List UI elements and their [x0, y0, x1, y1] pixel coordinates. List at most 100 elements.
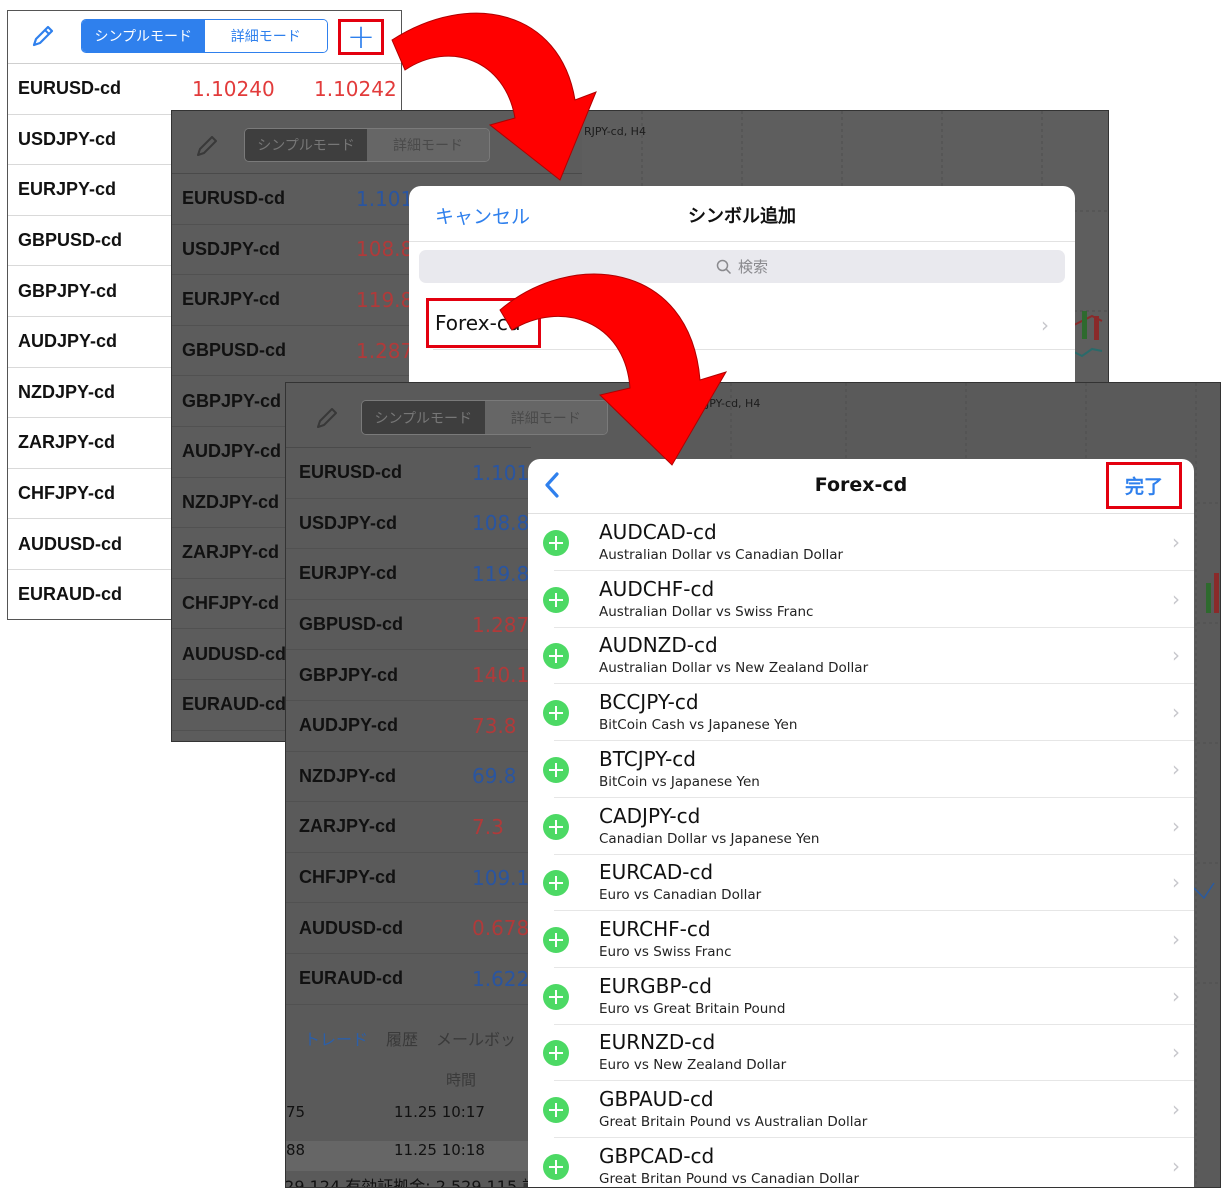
quote-toolbar: シンプルモード 詳細モード: [286, 383, 608, 448]
symbol-description: Euro vs New Zealand Dollar: [599, 1057, 787, 1074]
quote-row[interactable]: EURUSD-cd 1.10240 1.10242: [8, 64, 401, 115]
tab-mailbox[interactable]: メールボッ: [436, 1026, 516, 1050]
quote-row: NZDJPY-cd 69.8: [286, 752, 531, 803]
symbol-name: ZARJPY-cd: [182, 542, 280, 563]
add-circle-icon[interactable]: [543, 586, 569, 613]
symbol-name: CHFJPY-cd: [299, 867, 397, 888]
symbol-row[interactable]: BCCJPY-cd BitCoin Cash vs Japanese Yen ›: [528, 684, 1194, 742]
symbol-name: AUDJPY-cd: [18, 331, 118, 352]
add-circle-icon[interactable]: [543, 1040, 569, 1067]
symbol-name: USDJPY-cd: [18, 128, 117, 149]
simple-mode-tab: シンプルモード: [245, 129, 367, 161]
chevron-right-icon: ›: [1172, 926, 1180, 951]
history-row[interactable]: 88 11.25 10:18: [286, 1141, 531, 1171]
chevron-right-icon: ›: [1172, 870, 1180, 895]
symbol-row[interactable]: GBPCAD-cd Great Britan Pound vs Canadian …: [528, 1138, 1194, 1187]
quote-row: GBPUSD-cd 1.287: [286, 600, 531, 651]
symbol-row[interactable]: EURGBP-cd Euro vs Great Britain Pound ›: [528, 968, 1194, 1025]
add-circle-icon[interactable]: [543, 643, 569, 670]
symbol-name: EURUSD-cd: [182, 188, 286, 209]
history-row[interactable]: 75 11.25 10:17: [286, 1103, 531, 1133]
bid-price: 1.101: [356, 186, 414, 211]
symbol-name: GBPUSD-cd: [182, 340, 287, 361]
pencil-icon[interactable]: [30, 23, 56, 49]
symbol-row[interactable]: BTCJPY-cd BitCoin vs Japanese Yen ›: [528, 741, 1194, 798]
search-placeholder: 検索: [737, 258, 768, 276]
symbol-name: EURAUD-cd: [182, 694, 287, 715]
add-circle-icon[interactable]: [543, 1097, 569, 1123]
symbol-row[interactable]: EURCAD-cd Euro vs Canadian Dollar ›: [528, 854, 1194, 912]
history-time: 11.25 10:17: [394, 1103, 485, 1121]
symbol-description: Euro vs Swiss Franc: [599, 943, 732, 960]
detail-mode-tab[interactable]: 詳細モード: [204, 20, 327, 52]
tab-trade[interactable]: トレード: [304, 1026, 368, 1050]
symbol-row[interactable]: EURCHF-cd Euro vs Swiss Franc ›: [528, 911, 1194, 968]
symbol-name: USDJPY-cd: [182, 238, 281, 259]
symbol-name: NZDJPY-cd: [299, 765, 397, 786]
pencil-icon: [317, 408, 337, 428]
add-circle-icon[interactable]: [543, 530, 569, 556]
simple-mode-tab[interactable]: シンプルモード: [82, 20, 205, 52]
tab-history[interactable]: 履歴: [386, 1026, 418, 1050]
add-circle-icon[interactable]: [543, 700, 569, 727]
category-forex-cd[interactable]: Forex-cd: [426, 298, 541, 348]
category-label: Forex-cd: [435, 311, 521, 335]
symbol-row[interactable]: AUDCHF-cd Australian Dollar vs Swiss Fran…: [528, 571, 1194, 628]
symbol-description: Great Britan Pound vs Canadian Dollar: [599, 1170, 860, 1187]
bid-price: 73.8: [472, 713, 517, 738]
symbol-row[interactable]: AUDCAD-cd Australian Dollar vs Canadian D…: [528, 514, 1194, 571]
symbol-code: AUDNZD-cd: [599, 633, 718, 658]
symbol-code: AUDCHF-cd: [599, 576, 715, 601]
symbol-code: BTCJPY-cd: [599, 746, 697, 771]
search-input[interactable]: 検索: [419, 250, 1065, 283]
dialog-header: Forex-cd 完了: [528, 459, 1194, 514]
simple-mode-tab: シンプルモード: [362, 401, 485, 434]
quote-row: AUDUSD-cd 0.678: [286, 903, 531, 954]
history-value: 75: [286, 1103, 306, 1121]
add-circle-icon[interactable]: [543, 1153, 569, 1180]
symbol-code: EURGBP-cd: [599, 973, 712, 998]
chevron-right-icon: ›: [1172, 700, 1180, 725]
symbol-name: AUDJPY-cd: [182, 441, 282, 462]
symbol-code: GBPAUD-cd: [599, 1087, 714, 1111]
bid-price: 140.1: [472, 663, 530, 688]
symbol-description: BitCoin Cash vs Japanese Yen: [599, 717, 798, 734]
mode-segmented-control: シンプルモード 詳細モード: [81, 19, 328, 53]
quote-row: GBPJPY-cd 140.1: [286, 650, 531, 701]
add-circle-icon[interactable]: [543, 926, 569, 953]
symbol-description: Australian Dollar vs New Zealand Dollar: [599, 660, 869, 677]
dialog-header: キャンセル シンボル追加: [409, 186, 1075, 242]
chevron-right-icon: ›: [1172, 1040, 1180, 1065]
add-symbol-button[interactable]: +: [338, 19, 384, 55]
symbol-row[interactable]: EURNZD-cd Euro vs New Zealand Dollar ›: [528, 1024, 1194, 1082]
symbol-code: GBPCAD-cd: [599, 1143, 715, 1168]
bid-price: 7.3: [472, 814, 504, 839]
symbol-name: CHFJPY-cd: [182, 593, 280, 614]
history-time-header: 時間: [446, 1071, 477, 1089]
chevron-right-icon: ›: [1172, 983, 1180, 1008]
terminal-tabs: トレード 履歴 メールボッ: [286, 1023, 531, 1053]
symbol-name: NZDJPY-cd: [18, 381, 116, 402]
add-circle-icon[interactable]: [543, 756, 569, 783]
plus-icon: +: [346, 17, 376, 57]
quote-toolbar: シンプルモード 詳細モード +: [8, 11, 401, 64]
symbol-row[interactable]: GBPAUD-cd Great Britain Pound vs Australi…: [528, 1081, 1194, 1138]
done-button[interactable]: 完了: [1106, 462, 1182, 509]
symbol-name: AUDUSD-cd: [299, 917, 404, 938]
history-time: 11.25 10:18: [394, 1141, 485, 1159]
bid-price: 1.10240: [192, 76, 275, 101]
quote-row: EURAUD-cd 1.622: [286, 954, 531, 1005]
symbol-row[interactable]: CADJPY-cd Canadian Dollar vs Japanese Yen…: [528, 798, 1194, 855]
symbol-row[interactable]: AUDNZD-cd Australian Dollar vs New Zealan…: [528, 627, 1194, 685]
add-circle-icon[interactable]: [543, 983, 569, 1010]
symbol-name: GBPUSD-cd: [299, 614, 404, 635]
bid-price: 1.287: [356, 338, 414, 363]
symbol-description: Canadian Dollar vs Japanese Yen: [599, 830, 820, 847]
search-icon: [716, 259, 732, 274]
add-circle-icon[interactable]: [543, 813, 569, 840]
quote-row: EURJPY-cd 119.8: [286, 549, 531, 600]
chart-title: JPY-cd, H4: [706, 397, 761, 410]
chevron-right-icon: ›: [1041, 313, 1049, 337]
add-circle-icon[interactable]: [543, 870, 569, 897]
account-summary: 529.124 有効証拠金: 2 529.115 証: [285, 1177, 539, 1188]
